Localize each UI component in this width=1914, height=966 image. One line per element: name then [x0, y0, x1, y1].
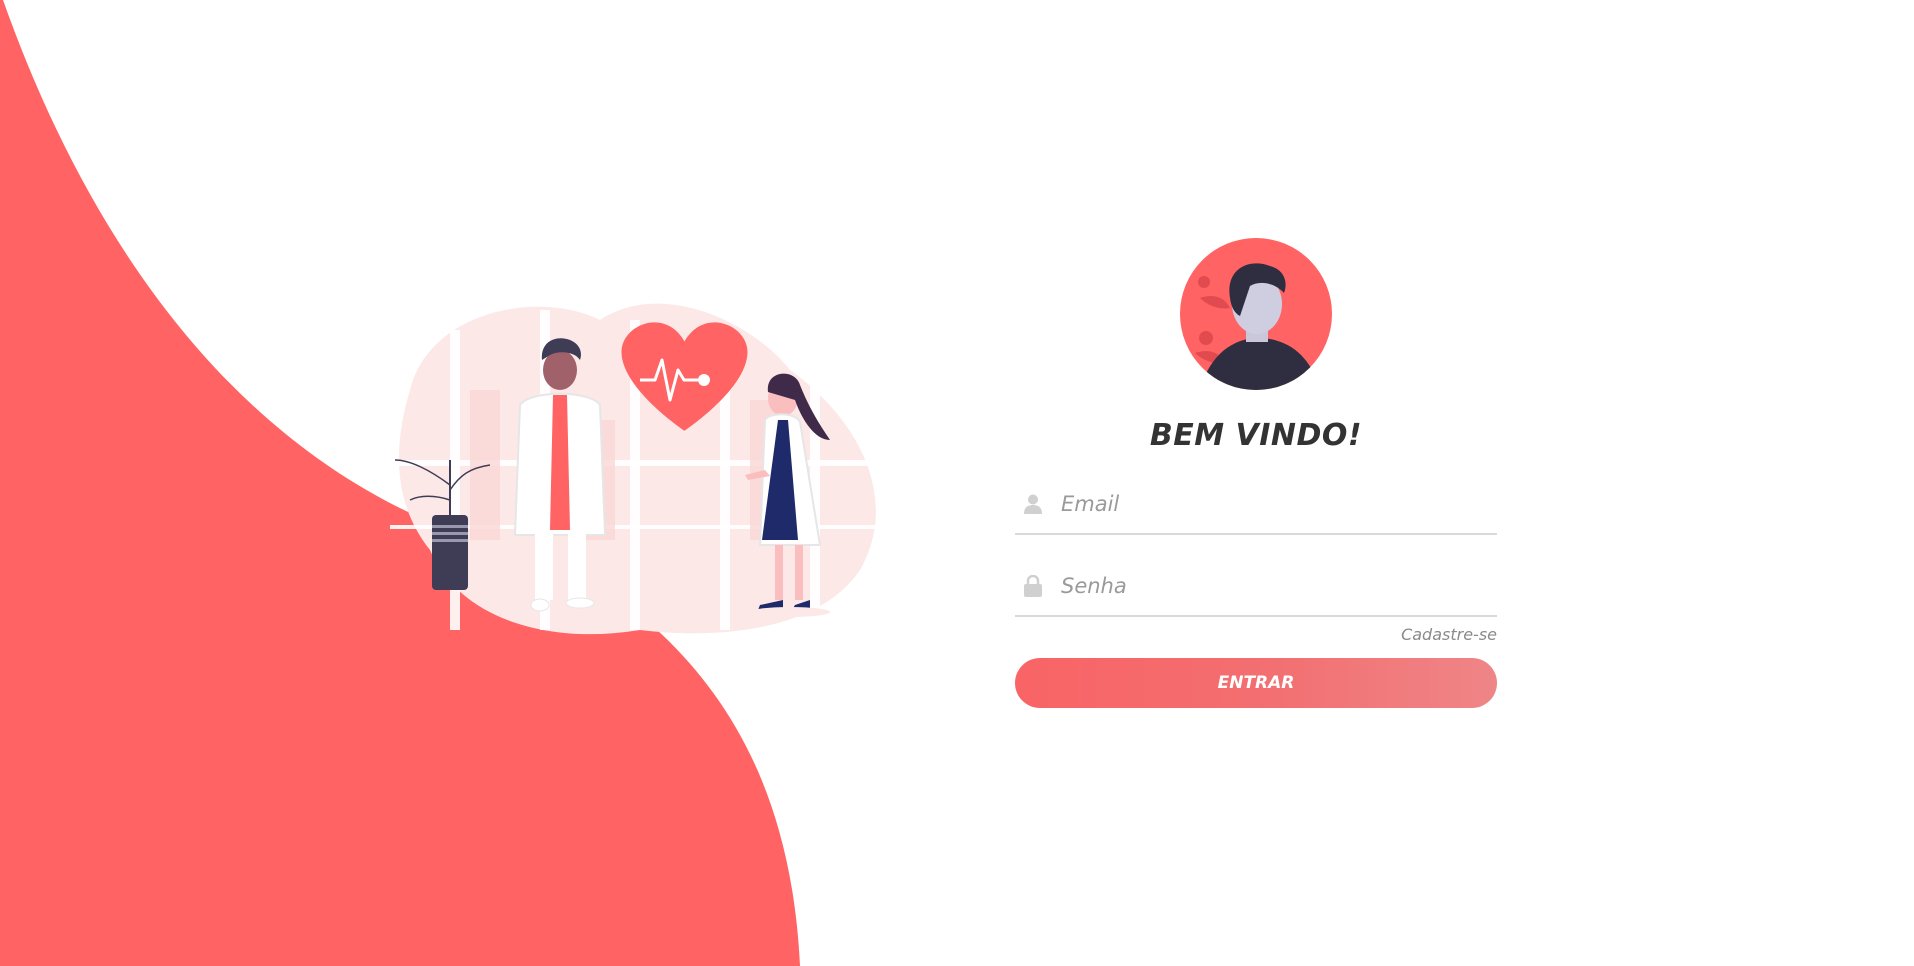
- password-field-wrapper: [1015, 557, 1497, 617]
- register-link[interactable]: Cadastre-se: [1015, 625, 1497, 644]
- password-input[interactable]: [1059, 565, 1483, 607]
- background-wave: [0, 0, 800, 966]
- login-button[interactable]: ENTRAR: [1015, 658, 1497, 708]
- lock-icon: [1015, 574, 1051, 598]
- email-input[interactable]: [1059, 483, 1483, 525]
- user-icon: [1015, 492, 1051, 516]
- avatar: [1180, 238, 1332, 390]
- email-field-wrapper: [1015, 475, 1497, 535]
- doctors-illustration: [390, 303, 910, 635]
- login-form: BEM VINDO! Cadastre-se ENTRAR: [1015, 238, 1497, 708]
- login-page: BEM VINDO! Cadastre-se ENTRAR: [0, 0, 1914, 966]
- welcome-title: BEM VINDO!: [1149, 418, 1363, 453]
